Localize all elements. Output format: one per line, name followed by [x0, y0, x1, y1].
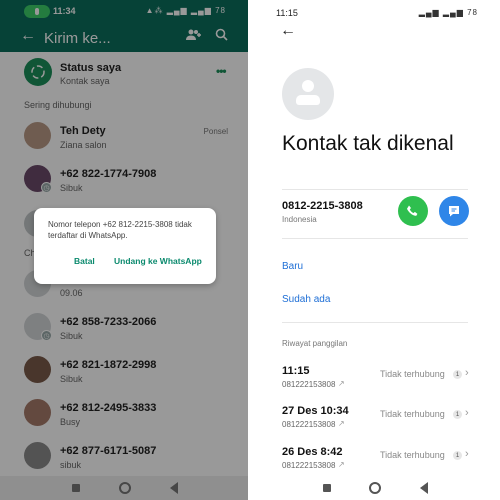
new-contact-link[interactable]: Baru: [282, 261, 303, 272]
call-time: 27 Des 10:34: [282, 405, 349, 417]
dialog-message: Nomor telepon +62 812-2215-3808 tidak te…: [48, 220, 192, 240]
call-time: 11:15: [282, 365, 310, 377]
call-count: 1: [453, 451, 462, 460]
call-count: 1: [453, 370, 462, 379]
call-status: Tidak terhubung: [380, 409, 445, 419]
divider: [282, 322, 468, 323]
home-nav-icon[interactable]: [369, 482, 381, 494]
contact-detail-screen: 11:15 ▂▄▆ ▂▄▆ 78 ← Kontak tak dikenal 08…: [252, 0, 500, 500]
call-history-row[interactable]: 11:15 081222153808 ↗ Tidak terhubung 1 ›: [282, 365, 472, 395]
status-time: 11:15: [276, 8, 298, 18]
contact-name: Kontak tak dikenal: [282, 132, 454, 155]
arrow-left-icon[interactable]: ←: [280, 22, 296, 40]
call-history-row[interactable]: 26 Des 8:42 081222153808 ↗ Tidak terhubung 1…: [282, 446, 472, 476]
call-number: 081222153808: [282, 380, 336, 389]
outgoing-call-icon: ↗: [338, 460, 345, 469]
message-button[interactable]: [439, 196, 469, 226]
chevron-right-icon[interactable]: ›: [465, 407, 469, 419]
whatsapp-screen: 11:34 ▲⁂ ▂▄▆ ▂▄▆ 78 ← Kirim ke... Status…: [0, 0, 248, 500]
existing-contact-link[interactable]: Sudah ada: [282, 294, 330, 305]
status-icons: ▂▄▆ ▂▄▆ 78: [418, 8, 478, 17]
outgoing-call-icon: ↗: [338, 379, 345, 388]
call-status: Tidak terhubung: [380, 450, 445, 460]
outgoing-call-icon: ↗: [338, 419, 345, 428]
call-history-label: Riwayat panggilan: [282, 339, 348, 348]
chevron-right-icon[interactable]: ›: [465, 448, 469, 460]
system-nav-bar: [252, 476, 500, 500]
divider: [282, 189, 468, 190]
contact-avatar-icon: [282, 68, 334, 120]
phone-country: Indonesia: [282, 215, 317, 224]
not-registered-dialog: Nomor telepon +62 812-2215-3808 tidak te…: [34, 208, 216, 284]
call-status: Tidak terhubung: [380, 369, 445, 379]
recents-nav-icon[interactable]: [323, 484, 331, 492]
phone-icon: [407, 205, 418, 216]
divider: [282, 238, 468, 239]
call-history-row[interactable]: 27 Des 10:34 081222153808 ↗ Tidak terhubung…: [282, 405, 472, 435]
phone-number[interactable]: 0812-2215-3808: [282, 200, 363, 212]
back-nav-icon[interactable]: [420, 482, 428, 494]
call-button[interactable]: [398, 196, 428, 226]
invite-to-whatsapp-button[interactable]: Undang ke WhatsApp: [114, 256, 202, 266]
message-icon: [449, 206, 459, 217]
call-count: 1: [453, 410, 462, 419]
call-number: 081222153808: [282, 461, 336, 470]
call-number: 081222153808: [282, 420, 336, 429]
call-time: 26 Des 8:42: [282, 446, 343, 458]
cancel-button[interactable]: Batal: [74, 256, 95, 266]
chevron-right-icon[interactable]: ›: [465, 367, 469, 379]
